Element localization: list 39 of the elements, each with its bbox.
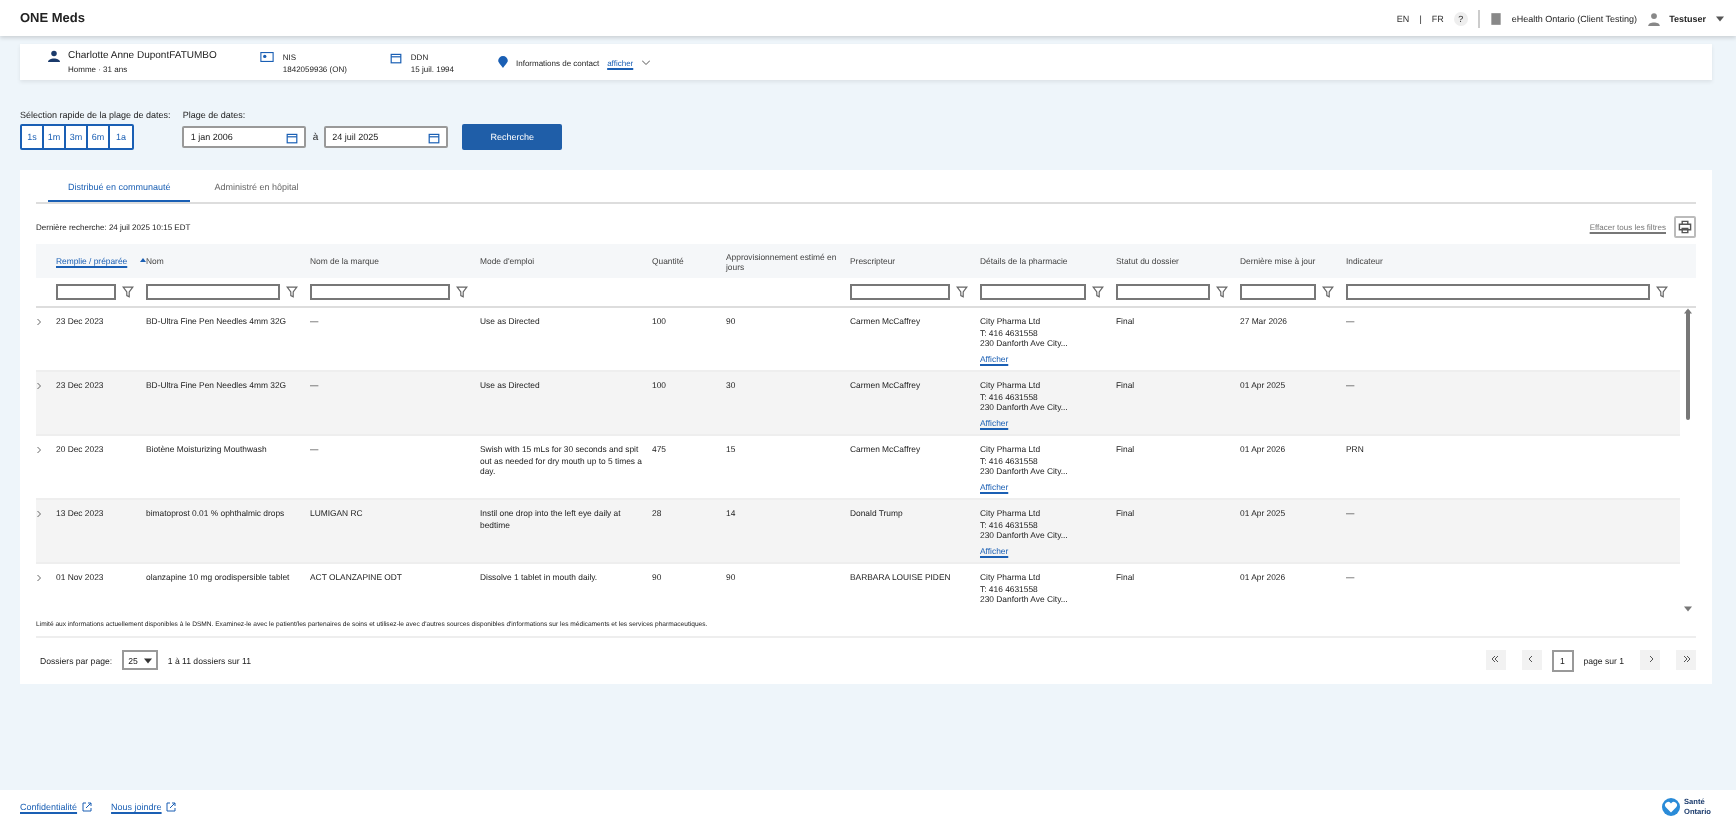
first-page-button[interactable] [1485,650,1506,670]
sort-arrow-icon [139,257,146,265]
filter-icon[interactable] [456,286,468,298]
calendar-icon[interactable] [286,131,299,143]
external-link-icon [165,802,176,812]
last-page-button[interactable] [1676,650,1696,670]
double-chevron-left-icon [1490,653,1501,663]
filter-icon[interactable] [1656,286,1668,298]
filter-icon[interactable] [122,286,134,298]
heart-shield-icon [1662,798,1680,816]
filter-field[interactable] [146,284,280,300]
scroll-down-arrow-icon[interactable] [1684,606,1692,612]
scrollbar[interactable] [1680,308,1696,612]
chevron-down-icon [641,59,650,65]
filter-icon[interactable] [1092,286,1104,298]
filter-icon[interactable] [1216,286,1228,298]
filter-field[interactable] [850,284,950,300]
user-icon [1647,11,1660,25]
filter-icon[interactable] [286,286,298,298]
print-button[interactable] [1674,216,1696,238]
person-icon [48,50,60,62]
filter-field[interactable] [980,284,1086,300]
filter-field[interactable] [1116,284,1210,300]
id-card-icon [260,51,275,61]
filter-field[interactable] [310,284,450,300]
filter-icon[interactable] [1322,286,1334,298]
caret-icon [143,657,152,663]
filter-field[interactable] [1240,284,1316,300]
printer-icon [1678,220,1692,234]
filter-field[interactable] [56,284,116,300]
caret-icon [1716,15,1724,21]
double-chevron-right-icon [1681,653,1691,663]
filter-field[interactable] [1346,284,1650,300]
filter-icon[interactable] [956,286,968,298]
building-icon [1489,11,1502,25]
external-link-icon [81,802,92,812]
calendar-icon[interactable] [428,131,441,143]
location-pin-icon [498,56,508,68]
calendar-icon[interactable] [390,51,403,63]
